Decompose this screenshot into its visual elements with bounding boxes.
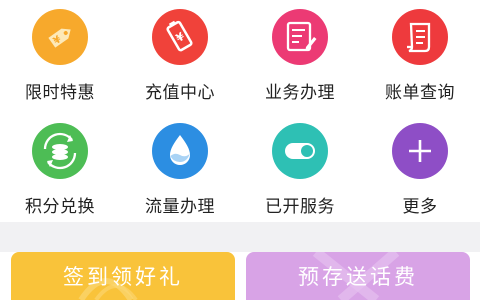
plus-icon [392,123,448,179]
service-label: 积分兑换 [25,197,95,217]
checkin-gift-button[interactable]: 签到领好礼 [11,252,235,300]
service-points-exchange[interactable]: 积分兑换 [0,123,120,217]
section-divider [0,222,480,252]
prepay-bonus-button[interactable]: 预存送话费 [246,252,470,300]
coin-exchange-icon [32,123,88,179]
service-label: 业务办理 [265,83,335,103]
toggle-switch-icon [272,123,328,179]
water-drop-icon [152,123,208,179]
service-label: 流量办理 [145,197,215,217]
service-active-services[interactable]: 已开服务 [240,123,360,217]
service-bill-query[interactable]: 账单查询 [360,9,480,103]
prepay-bonus-label: 预存送话费 [298,265,418,289]
service-label: 更多 [402,197,438,217]
service-label: 充值中心 [145,83,215,103]
battery-charge-icon: ¥ [152,9,208,65]
service-label: 限时特惠 [25,83,95,103]
service-business[interactable]: 业务办理 [240,9,360,103]
service-limited-offer[interactable]: ¥ 限时特惠 [0,9,120,103]
service-grid: ¥ 限时特惠 ¥ 充值中心 业务办理 账单查询 积分兑换 流量办理 已开服务 更… [0,0,480,222]
service-data-plan[interactable]: 流量办理 [120,123,240,217]
service-recharge-center[interactable]: ¥ 充值中心 [120,9,240,103]
price-tag-icon: ¥ [32,9,88,65]
document-edit-icon [272,9,328,65]
checkin-gift-label: 签到领好礼 [63,265,183,289]
service-label: 已开服务 [265,197,335,217]
receipt-icon [392,9,448,65]
service-more[interactable]: 更多 [360,123,480,217]
service-label: 账单查询 [385,83,455,103]
